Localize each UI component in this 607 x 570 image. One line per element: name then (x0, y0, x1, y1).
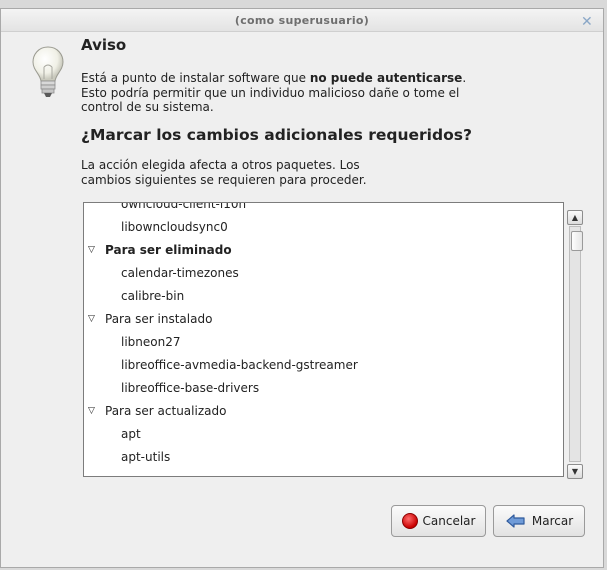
group-remove-label: Para ser eliminado (105, 243, 232, 257)
scroll-track[interactable] (569, 226, 583, 462)
stop-icon (401, 513, 418, 529)
list-item[interactable]: apt (84, 423, 563, 446)
warning-text-bold: no puede autenticarse (309, 71, 463, 85)
list-item[interactable]: owncloud-client-l10n (84, 203, 563, 216)
warning-heading: Aviso (81, 36, 127, 54)
group-upgrade-label: Para ser actualizado (105, 404, 227, 418)
group-upgrade-row[interactable]: ▽ Para ser actualizado (84, 400, 563, 423)
changes-tree: owncloud-client-l10n libowncloudsync0 ▽ … (84, 203, 563, 469)
group-install-row[interactable]: ▽ Para ser instalado (84, 308, 563, 331)
scroll-down-icon[interactable]: ▼ (567, 464, 583, 479)
warning-text: Está a punto de instalar software que no… (81, 71, 481, 115)
warning-text-line1-prefix: Está a punto de instalar software que (81, 71, 310, 85)
window-title: (como superusuario) (234, 14, 370, 27)
scroll-thumb[interactable] (571, 231, 583, 251)
changes-list[interactable]: owncloud-client-l10n libowncloudsync0 ▽ … (83, 202, 564, 477)
group-remove-row[interactable]: ▽ Para ser eliminado (84, 239, 563, 262)
list-item[interactable]: apt-utils (84, 446, 563, 469)
expander-down-icon[interactable]: ▽ (88, 239, 95, 262)
list-item[interactable]: libreoffice-avmedia-backend-gstreamer (84, 354, 563, 377)
list-item[interactable]: calendar-timezones (84, 262, 563, 285)
cancel-button[interactable]: Cancelar (391, 505, 486, 537)
apply-arrow-icon (506, 514, 525, 528)
expander-down-icon[interactable]: ▽ (88, 400, 95, 423)
list-item[interactable]: libneon27 (84, 331, 563, 354)
list-item[interactable]: calibre-bin (84, 285, 563, 308)
list-item[interactable]: libowncloudsync0 (84, 216, 563, 239)
warning-text-line3: control de su sistema. (81, 100, 214, 114)
close-icon[interactable]: ✕ (581, 10, 593, 34)
expander-down-icon[interactable]: ▽ (88, 308, 95, 331)
list-item[interactable]: libreoffice-base-drivers (84, 377, 563, 400)
mark-button-label: Marcar (531, 514, 574, 528)
scroll-up-icon[interactable]: ▲ (567, 210, 583, 225)
mark-button[interactable]: Marcar (493, 505, 585, 537)
warning-text-line2: Esto podría permitir que un individuo ma… (81, 85, 460, 100)
question-heading: ¿Marcar los cambios adicionales requerid… (81, 126, 472, 144)
group-install-label: Para ser instalado (105, 312, 213, 326)
cancel-button-label: Cancelar (422, 514, 476, 528)
question-text-line2: cambios siguientes se requieren para pro… (81, 172, 367, 187)
vertical-scrollbar[interactable]: ▲ ▼ (567, 210, 583, 479)
warning-text-line1-suffix: . (462, 71, 467, 85)
lightbulb-icon (32, 46, 64, 97)
title-bar: (como superusuario) ✕ (1, 9, 603, 32)
question-text: La acción elegida afecta a otros paquete… (81, 158, 401, 187)
question-text-line1: La acción elegida afecta a otros paquete… (81, 158, 360, 172)
